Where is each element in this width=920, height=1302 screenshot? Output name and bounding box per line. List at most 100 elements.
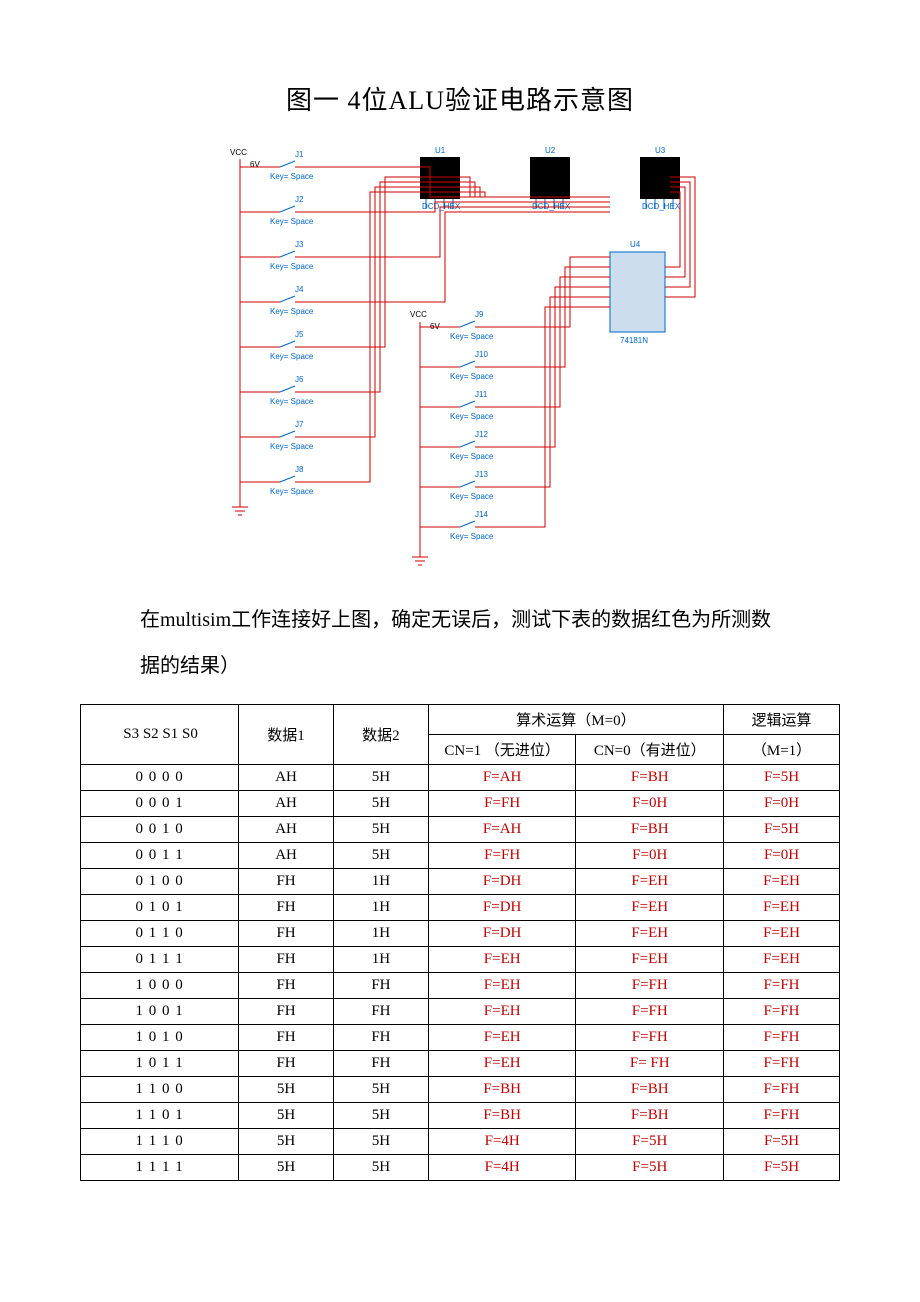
switch-label: J3 [295, 240, 304, 249]
cell-s: 1 0 0 1 [81, 999, 239, 1025]
cell-d1: FH [239, 973, 334, 999]
display-ref: U2 [545, 146, 556, 155]
cell-arith-cn0: F=EH [576, 947, 724, 973]
cell-d1: FH [239, 895, 334, 921]
cell-d2: 5H [334, 1077, 429, 1103]
cell-logic: F=5H [724, 765, 840, 791]
cell-arith-cn0: F=BH [576, 1103, 724, 1129]
cell-d2: 5H [334, 791, 429, 817]
cell-arith-cn1: F=EH [428, 973, 576, 999]
vcc-label-2: VCC [410, 310, 427, 319]
cell-arith-cn0: F=5H [576, 1129, 724, 1155]
cell-logic: F=FH [724, 1077, 840, 1103]
switch-key-label: Key= Space [270, 397, 314, 406]
switch-key-label: Key= Space [450, 332, 494, 341]
switch-key-label: Key= Space [450, 372, 494, 381]
cell-s: 1 0 0 0 [81, 973, 239, 999]
cell-s: 0 1 1 0 [81, 921, 239, 947]
switch-key-label: Key= Space [450, 492, 494, 501]
cell-arith-cn0: F=BH [576, 1077, 724, 1103]
cell-arith-cn0: F=FH [576, 1025, 724, 1051]
cell-d2: 5H [334, 765, 429, 791]
cell-d1: FH [239, 947, 334, 973]
cell-d1: 5H [239, 1129, 334, 1155]
switch-label: J14 [475, 510, 488, 519]
table-row: 1 1 1 15H5HF=4HF=5HF=5H [81, 1155, 840, 1181]
cell-s: 0 0 1 1 [81, 843, 239, 869]
cell-s: 1 0 1 1 [81, 1051, 239, 1077]
switch-key-label: Key= Space [450, 532, 494, 541]
hdr-s-cols: S3 S2 S1 S0 [81, 705, 239, 765]
cell-arith-cn1: F=EH [428, 999, 576, 1025]
switch-label: J13 [475, 470, 488, 479]
cell-arith-cn0: F=EH [576, 895, 724, 921]
vcc-label: VCC [230, 148, 247, 157]
switch-label: J4 [295, 285, 304, 294]
table-row: 1 0 0 1FHFHF=EHF=FHF=FH [81, 999, 840, 1025]
cell-logic: F=EH [724, 921, 840, 947]
alu-part: 74181N [620, 336, 648, 345]
cell-s: 1 1 0 0 [81, 1077, 239, 1103]
cell-d2: 1H [334, 869, 429, 895]
cell-d1: AH [239, 817, 334, 843]
table-row: 0 1 1 0FH1HF=DHF=EHF=EH [81, 921, 840, 947]
cell-logic: F=0H [724, 843, 840, 869]
cell-logic: F=FH [724, 1103, 840, 1129]
cell-logic: F=5H [724, 1155, 840, 1181]
switch-label: J10 [475, 350, 488, 359]
cell-arith-cn0: F=EH [576, 869, 724, 895]
cell-d2: 5H [334, 1129, 429, 1155]
hex-display [530, 157, 570, 199]
cell-arith-cn0: F=FH [576, 973, 724, 999]
alu-truth-table: S3 S2 S1 S0 数据1 数据2 算术运算（M=0） 逻辑运算 CN=1 … [80, 704, 840, 1181]
cell-logic: F=FH [724, 1025, 840, 1051]
alu-chip [610, 252, 665, 332]
switch-label: J6 [295, 375, 304, 384]
display-type: DCD_HEX [642, 202, 681, 211]
cell-s: 0 0 0 0 [81, 765, 239, 791]
cell-s: 1 1 1 1 [81, 1155, 239, 1181]
switch-label: J11 [475, 390, 488, 399]
cell-logic: F=FH [724, 1051, 840, 1077]
switch-label: J1 [295, 150, 304, 159]
switch-key-label: Key= Space [270, 172, 314, 181]
switch-label: J5 [295, 330, 304, 339]
hdr-arith-cn1: CN=1 （无进位） [428, 735, 576, 765]
switch-label: J8 [295, 465, 304, 474]
circuit-schematic: .wire-r { stroke:#c00; stroke-width:1; f… [210, 137, 710, 567]
switch-key-label: Key= Space [450, 452, 494, 461]
cell-d1: FH [239, 1051, 334, 1077]
cell-d1: 5H [239, 1077, 334, 1103]
table-row: 1 1 1 05H5HF=4HF=5HF=5H [81, 1129, 840, 1155]
cell-arith-cn1: F=DH [428, 895, 576, 921]
hdr-arith-group: 算术运算（M=0） [428, 705, 723, 735]
hdr-arith-cn0: CN=0（有进位） [576, 735, 724, 765]
cell-arith-cn0: F=EH [576, 921, 724, 947]
display-ref: U3 [655, 146, 666, 155]
cell-arith-cn1: F=AH [428, 817, 576, 843]
table-row: 1 1 0 15H5HF=BHF=BHF=FH [81, 1103, 840, 1129]
cell-arith-cn1: F=4H [428, 1155, 576, 1181]
switch-key-label: Key= Space [270, 352, 314, 361]
switch-key-label: Key= Space [270, 217, 314, 226]
cell-arith-cn0: F= FH [576, 1051, 724, 1077]
hdr-logic-group: 逻辑运算 [724, 705, 840, 735]
cell-d1: FH [239, 869, 334, 895]
cell-d2: FH [334, 1051, 429, 1077]
cell-s: 1 0 1 0 [81, 1025, 239, 1051]
cell-logic: F=EH [724, 947, 840, 973]
cell-s: 0 0 0 1 [81, 791, 239, 817]
cell-d2: 1H [334, 921, 429, 947]
switch-key-label: Key= Space [270, 262, 314, 271]
table-row: 1 1 0 05H5HF=BHF=BHF=FH [81, 1077, 840, 1103]
hdr-data2: 数据2 [334, 705, 429, 765]
cell-logic: F=FH [724, 999, 840, 1025]
cell-d1: FH [239, 999, 334, 1025]
hex-display [640, 157, 680, 199]
cell-s: 0 1 0 0 [81, 869, 239, 895]
cell-arith-cn1: F=EH [428, 1025, 576, 1051]
switch-key-label: Key= Space [450, 412, 494, 421]
cell-s: 1 1 0 1 [81, 1103, 239, 1129]
cell-logic: F=5H [724, 1129, 840, 1155]
cell-arith-cn1: F=BH [428, 1103, 576, 1129]
